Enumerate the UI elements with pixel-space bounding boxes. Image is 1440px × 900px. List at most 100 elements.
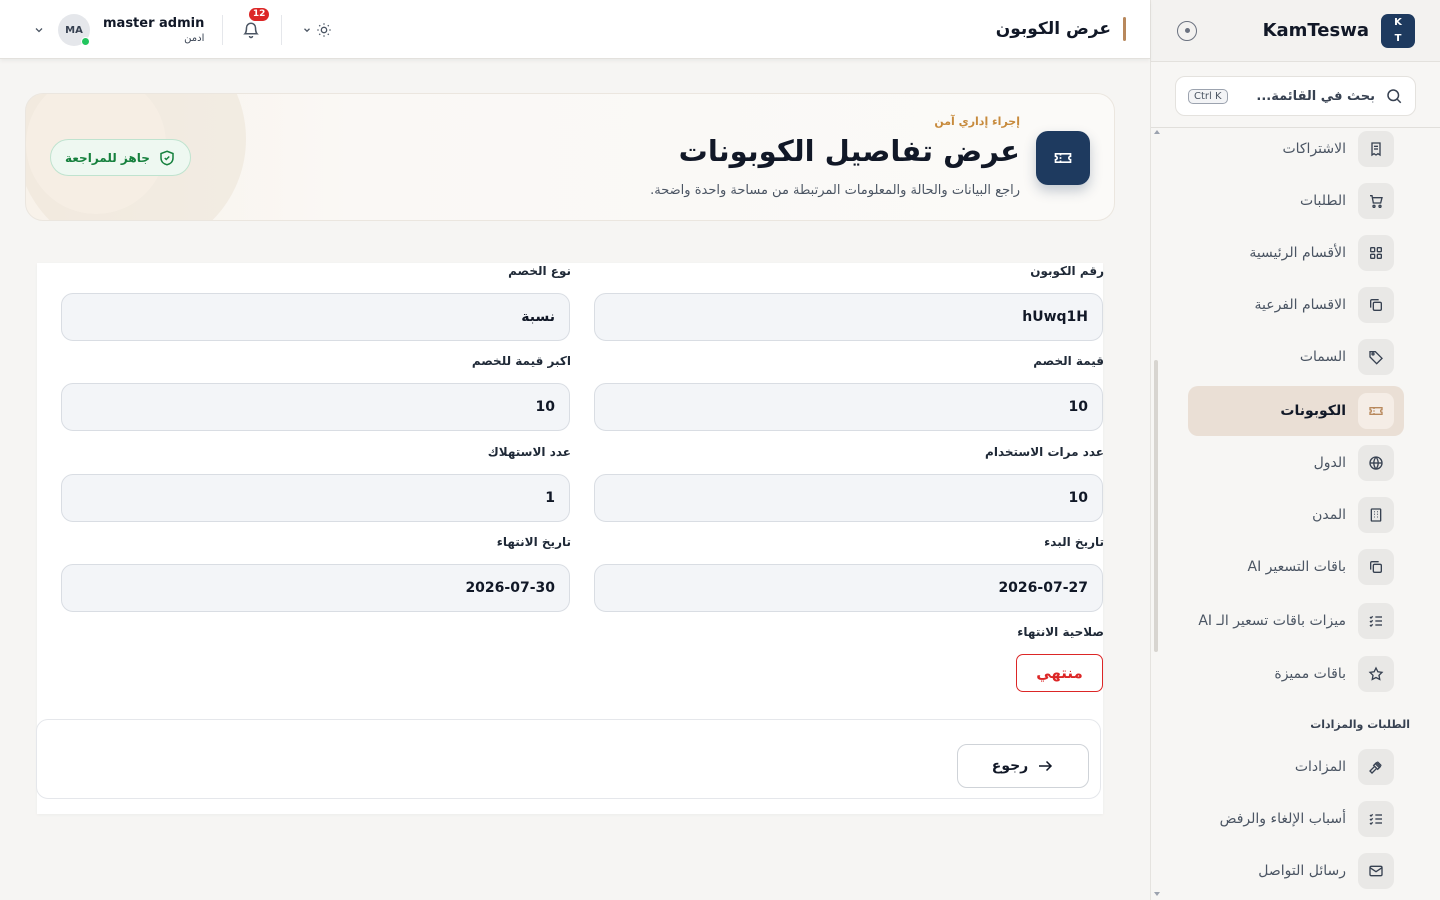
notifications-button[interactable]: 12	[239, 8, 270, 42]
field-label: رقم الكوبون	[1030, 264, 1104, 278]
start-date-input[interactable]: 2026-07-27	[594, 564, 1103, 612]
sidebar-item-ai-pricing-plans[interactable]: باقات التسعير AI	[1188, 542, 1404, 592]
star-icon	[1358, 656, 1394, 692]
mail-icon	[1358, 853, 1394, 889]
sidebar-item-countries[interactable]: الدول	[1188, 438, 1404, 488]
theme-switcher[interactable]	[302, 22, 332, 38]
sidebar-item-label: رسائل التواصل	[1258, 862, 1346, 879]
notification-count-badge: 12	[248, 8, 270, 21]
arrow-right-icon	[1039, 760, 1053, 772]
discount-type-input[interactable]: نسبة	[61, 293, 570, 341]
sidebar-item-coupons[interactable]: الكوبونات	[1188, 386, 1404, 436]
sidebar-section-title: الطلبات والمزادات	[1310, 718, 1410, 731]
sidebar-item-label: ميزات باقات تسعير الـ AI	[1198, 612, 1346, 629]
back-button[interactable]: رجوع	[957, 744, 1089, 788]
tag-icon	[1358, 339, 1394, 375]
ticket-icon	[1358, 393, 1394, 429]
max-discount-field: اكبر قيمة للخصم 10	[61, 354, 571, 431]
bell-icon	[243, 22, 260, 39]
gavel-icon	[1358, 749, 1394, 785]
max-discount-input[interactable]: 10	[61, 383, 570, 431]
user-info[interactable]: master admin ادمن	[103, 15, 204, 46]
sidebar-item-featured-plans[interactable]: باقات مميزة	[1188, 649, 1404, 699]
discount-value-input[interactable]: 10	[594, 383, 1103, 431]
sidebar-item-orders[interactable]: الطلبات	[1188, 176, 1404, 226]
end-date-field: تاريخ الانتهاء 2026-07-30	[61, 535, 571, 612]
avatar[interactable]: MA	[58, 14, 90, 46]
sidebar-toggle-icon[interactable]	[1177, 20, 1197, 41]
brand-logo[interactable]: K T	[1381, 13, 1415, 48]
sidebar-item-label: الطلبات	[1300, 192, 1346, 209]
coupon-code-input[interactable]: hUwq1H	[594, 293, 1103, 341]
discount-value-field: قيمة الخصم 10	[594, 354, 1104, 431]
copy-icon	[1358, 549, 1394, 585]
search-icon	[1387, 89, 1402, 104]
user-menu-chevron-icon[interactable]	[30, 21, 48, 39]
discount-type-field: نوع الخصم نسبة	[61, 264, 571, 341]
sidebar-item-label: الكوبونات	[1280, 402, 1346, 419]
globe-icon	[1358, 445, 1394, 481]
sidebar-item-subscriptions[interactable]: الاشتراكات	[1188, 124, 1404, 174]
consumption-count-input[interactable]: 1	[61, 474, 570, 522]
sidebar-item-label: الدول	[1313, 454, 1346, 471]
field-label: قيمة الخصم	[1033, 354, 1104, 368]
header-actions: MA master admin ادمن 12	[30, 8, 332, 50]
start-date-field: تاريخ البدء 2026-07-27	[594, 535, 1104, 612]
back-button-label: رجوع	[991, 758, 1029, 774]
sidebar-scrollbar[interactable]	[1151, 0, 1161, 900]
brand-name: KamTeswa	[1262, 20, 1369, 41]
status-badge: جاهز للمراجعة	[50, 139, 191, 176]
title-accent-bar	[1123, 17, 1126, 41]
sidebar-item-auctions[interactable]: المزادات	[1188, 742, 1404, 792]
avatar-initials: MA	[65, 24, 83, 36]
field-label: اكبر قيمة للخصم	[471, 354, 571, 368]
copy-icon	[1358, 287, 1394, 323]
sidebar-item-label: الاشتراكات	[1282, 140, 1346, 157]
search-shortcut-badge: Ctrl K	[1188, 88, 1228, 104]
sidebar-search-placeholder: بحث في القائمة...	[1256, 88, 1375, 104]
hero-kicker: إجراء إداري آمن	[934, 115, 1020, 128]
sidebar-item-label: باقات التسعير AI	[1247, 558, 1347, 575]
sidebar-item-label: الاقسام الفرعية	[1254, 296, 1347, 313]
sidebar-item-label: السمات	[1299, 348, 1346, 365]
field-label: صلاحية الانتهاء	[1017, 625, 1104, 639]
sidebar-item-cancel-reasons[interactable]: أسباب الإلغاء والرفض	[1188, 794, 1404, 844]
field-label: عدد مرات الاستخدام	[985, 445, 1104, 459]
sidebar-item-contact-messages[interactable]: رسائل التواصل	[1188, 846, 1404, 896]
sidebar-item-attributes[interactable]: السمات	[1188, 332, 1404, 382]
list-check-icon	[1358, 603, 1394, 639]
sidebar-item-sub-categories[interactable]: الاقسام الفرعية	[1188, 280, 1404, 330]
field-label: نوع الخصم	[508, 264, 571, 278]
sidebar-search-input[interactable]: بحث في القائمة... Ctrl K	[1175, 76, 1416, 116]
user-name: master admin	[103, 15, 205, 31]
form-actions: رجوع	[36, 719, 1101, 799]
page-title: عرض الكوبون	[995, 19, 1111, 39]
online-status-dot	[81, 37, 90, 46]
sidebar-scroll-thumb[interactable]	[1154, 360, 1158, 652]
field-label: تاريخ البدء	[1044, 535, 1104, 549]
field-label: عدد الاستهلاك	[487, 445, 571, 459]
status-badge-label: جاهز للمراجعة	[65, 150, 150, 165]
hero-subtitle: راجع البيانات والحالة والمعلومات المرتبط…	[650, 183, 1020, 198]
sidebar-item-main-categories[interactable]: الأقسام الرئيسية	[1188, 228, 1404, 278]
end-date-input[interactable]: 2026-07-30	[61, 564, 570, 612]
sun-icon	[317, 23, 332, 37]
list-check-icon	[1358, 801, 1394, 837]
sidebar-item-ai-plan-features[interactable]: ميزات باقات تسعير الـ AI	[1188, 596, 1404, 646]
sidebar-item-label: المدن	[1312, 506, 1346, 523]
sidebar-item-label: الأقسام الرئيسية	[1249, 244, 1346, 261]
sidebar-item-cities[interactable]: المدن	[1188, 490, 1404, 540]
receipt-icon	[1358, 131, 1394, 167]
expiry-status-badge: منتهي	[1016, 654, 1103, 692]
hero-card: إجراء إداري آمن عرض تفاصيل الكوبونات راج…	[25, 93, 1115, 221]
chevron-down-icon	[304, 28, 311, 33]
hero-title: عرض تفاصيل الكوبونات	[678, 134, 1020, 168]
coupon-code-field: رقم الكوبون hUwq1H	[594, 264, 1104, 341]
building-icon	[1358, 497, 1394, 533]
sidebar-item-label: أسباب الإلغاء والرفض	[1219, 810, 1346, 827]
expiry-validity-field: صلاحية الانتهاء	[594, 625, 1104, 645]
usage-limit-input[interactable]: 10	[594, 474, 1103, 522]
coupon-details-card: رقم الكوبون hUwq1H نوع الخصم نسبة قيمة ا…	[36, 263, 1104, 814]
brand-bar: K T KamTeswa	[1151, 0, 1440, 62]
brand-logo-letter-t: T	[1394, 32, 1402, 44]
